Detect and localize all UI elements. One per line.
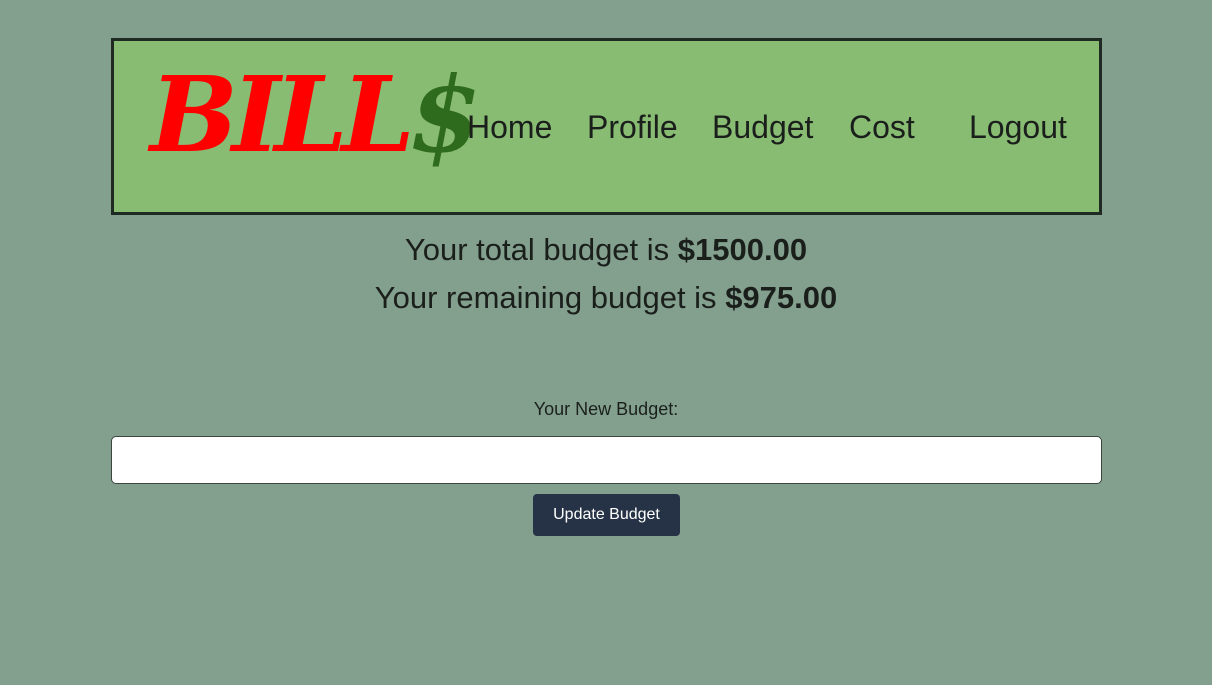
site-header: BILL$ Home Profile Budget Cost Logout — [111, 38, 1102, 215]
total-budget-line: Your total budget is $1500.00 — [0, 232, 1212, 268]
bills-logo[interactable]: BILL$ — [150, 55, 481, 195]
new-budget-input[interactable] — [111, 436, 1102, 484]
nav-cost-link[interactable]: Cost — [849, 109, 915, 145]
remaining-budget-prefix: Your remaining budget is — [374, 280, 717, 315]
nav-budget-link[interactable]: Budget — [712, 109, 813, 145]
nav-home-link[interactable]: Home — [467, 109, 552, 145]
nav-profile-link[interactable]: Profile — [587, 109, 678, 145]
logo-letters: BILL — [150, 53, 415, 176]
update-budget-button[interactable]: Update Budget — [533, 494, 680, 536]
remaining-budget-line: Your remaining budget is $975.00 — [0, 280, 1212, 316]
remaining-budget-amount: $975.00 — [725, 280, 838, 315]
new-budget-label: Your New Budget: — [533, 399, 679, 419]
total-budget-prefix: Your total budget is — [404, 232, 670, 267]
nav-logout-link[interactable]: Logout — [969, 109, 1067, 145]
total-budget-amount: $1500.00 — [677, 232, 808, 267]
